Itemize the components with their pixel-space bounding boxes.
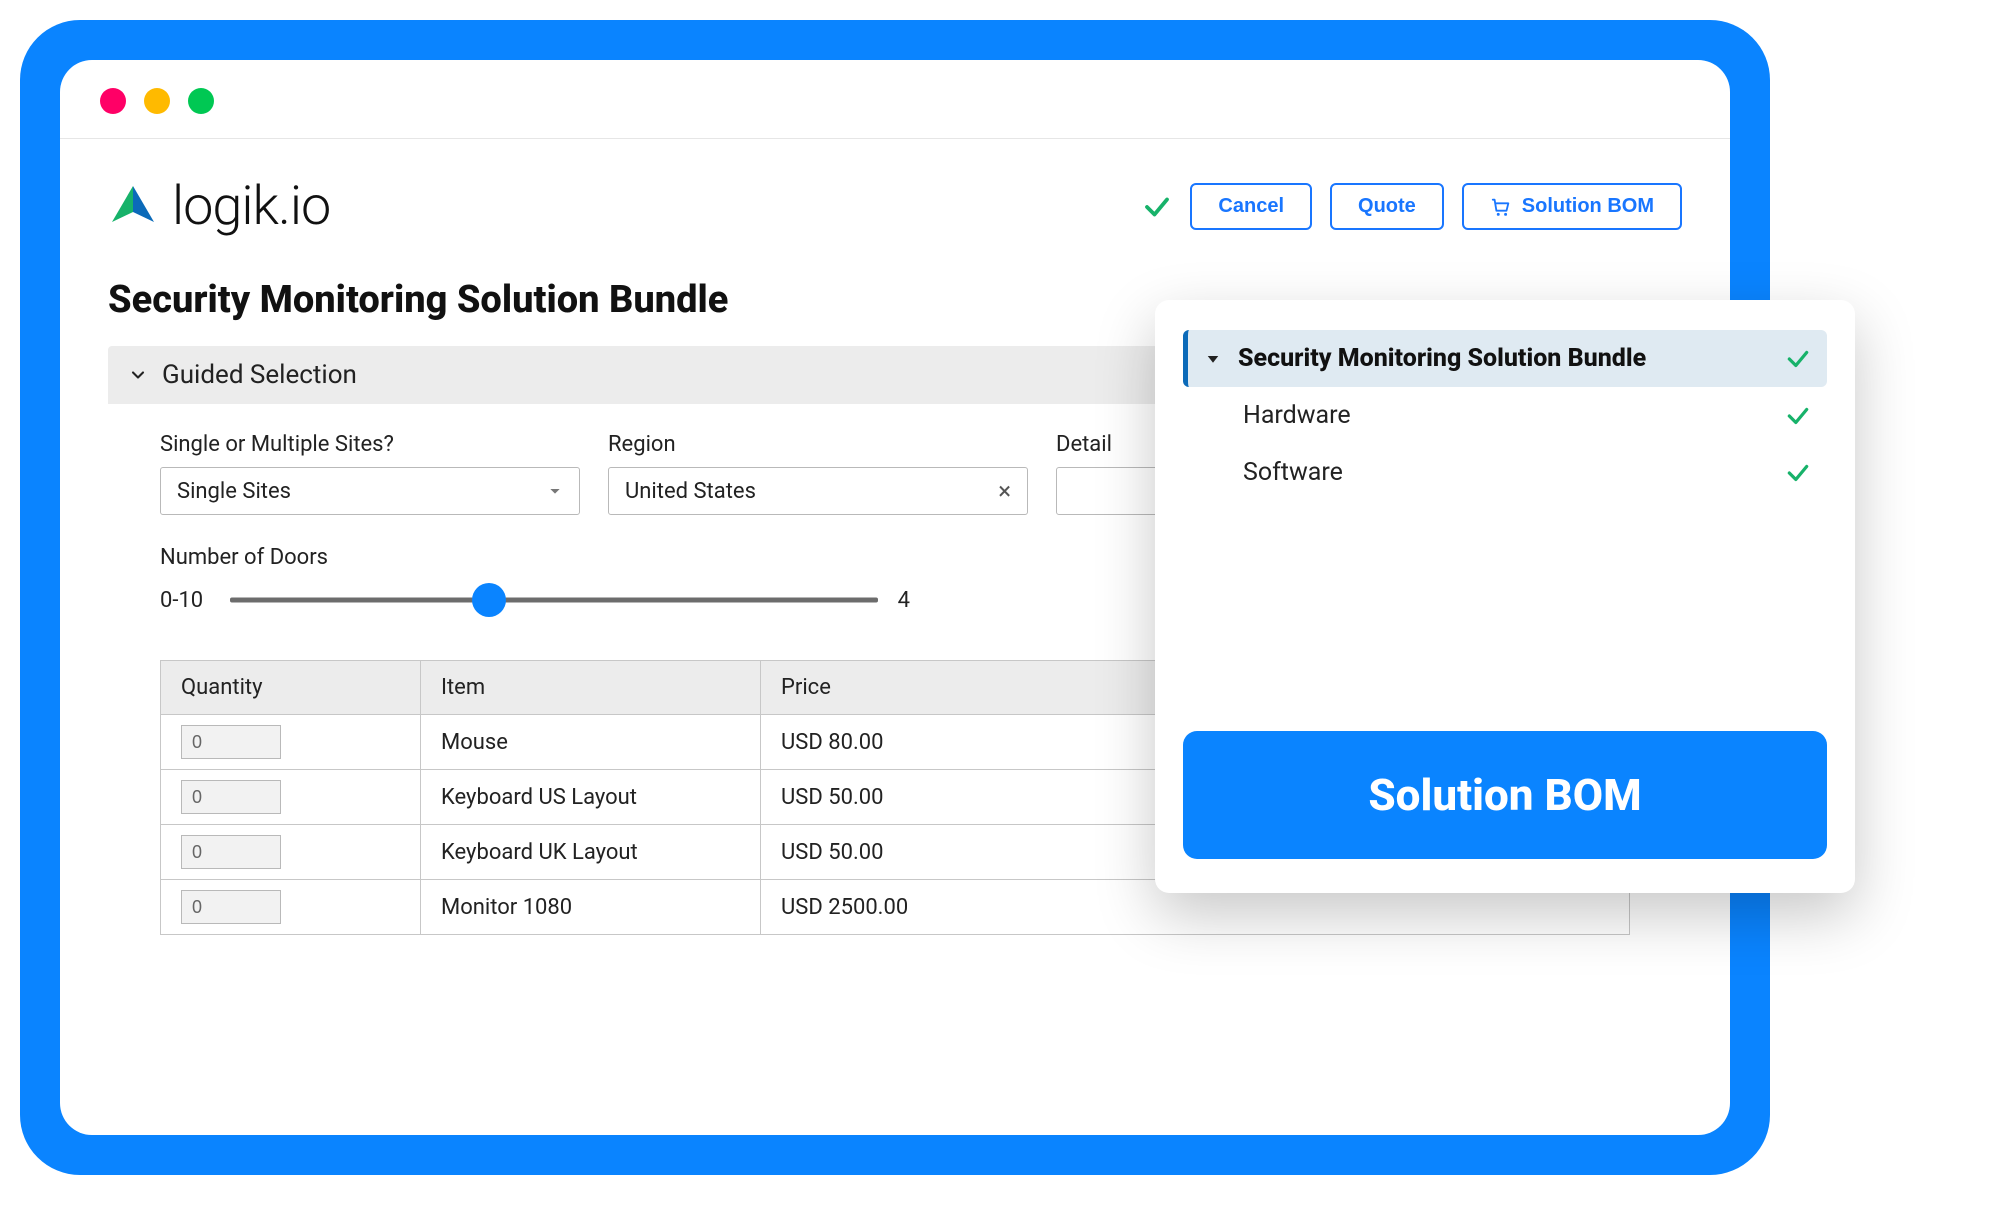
item-cell: Mouse: [421, 715, 761, 770]
slider-track: [230, 598, 878, 603]
solution-bom-cta[interactable]: Solution BOM: [1183, 731, 1827, 859]
check-icon: [1785, 346, 1811, 372]
item-cell: Keyboard UK Layout: [421, 825, 761, 880]
section-title: Guided Selection: [162, 360, 357, 390]
logo-text: logik.io: [172, 175, 330, 238]
bom-panel-child-row[interactable]: Hardware: [1183, 387, 1827, 444]
item-cell: Keyboard US Layout: [421, 770, 761, 825]
solution-bom-button[interactable]: Solution BOM: [1462, 183, 1682, 230]
minimize-icon[interactable]: [144, 88, 170, 114]
cart-icon: [1490, 196, 1512, 218]
quantity-input[interactable]: [181, 835, 281, 869]
region-label: Region: [608, 432, 1028, 457]
logo: logik.io: [108, 175, 330, 238]
clear-icon[interactable]: ×: [998, 477, 1011, 505]
slider-thumb[interactable]: [472, 583, 506, 617]
logo-icon: [108, 182, 158, 232]
caret-down-icon: [1204, 350, 1222, 368]
quantity-input[interactable]: [181, 890, 281, 924]
cancel-button[interactable]: Cancel: [1190, 183, 1312, 230]
chevron-down-icon: [128, 365, 148, 385]
bom-panel-child-row[interactable]: Software: [1183, 444, 1827, 501]
col-quantity: Quantity: [161, 661, 421, 715]
col-item: Item: [421, 661, 761, 715]
slider-value: 4: [898, 588, 910, 613]
sites-label: Single or Multiple Sites?: [160, 432, 580, 457]
bom-panel-main-row[interactable]: Security Monitoring Solution Bundle: [1183, 330, 1827, 387]
maximize-icon[interactable]: [188, 88, 214, 114]
slider-range: 0-10: [160, 588, 210, 613]
region-select[interactable]: United States ×: [608, 467, 1028, 515]
item-cell: Monitor 1080: [421, 880, 761, 935]
quantity-input[interactable]: [181, 780, 281, 814]
doors-slider[interactable]: [230, 580, 878, 620]
quantity-input[interactable]: [181, 725, 281, 759]
bom-panel: Security Monitoring Solution Bundle Hard…: [1155, 300, 1855, 893]
sites-select[interactable]: Single Sites: [160, 467, 580, 515]
close-icon[interactable]: [100, 88, 126, 114]
status-check-icon: [1142, 192, 1172, 222]
quote-button[interactable]: Quote: [1330, 183, 1444, 230]
check-icon: [1785, 403, 1811, 429]
check-icon: [1785, 460, 1811, 486]
caret-down-icon: [547, 483, 563, 499]
window-controls: [60, 60, 1730, 138]
